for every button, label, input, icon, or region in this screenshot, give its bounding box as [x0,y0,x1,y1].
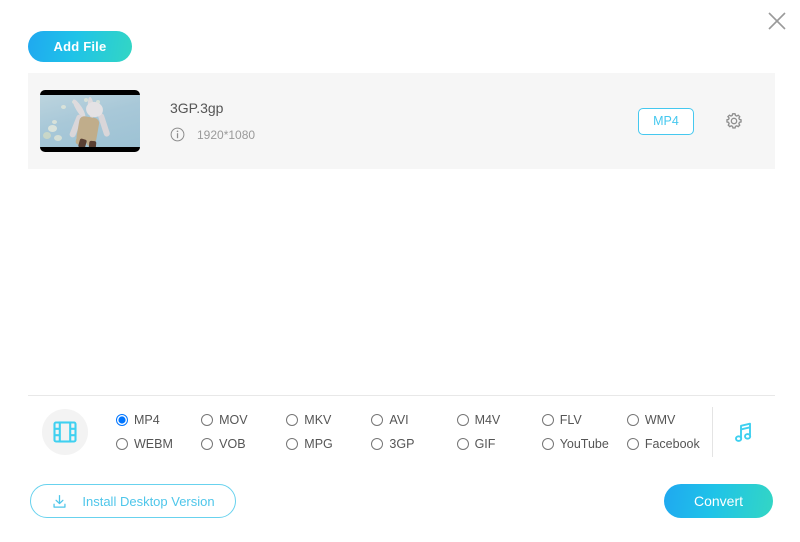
format-option-mp4[interactable]: MP4 [116,408,201,432]
thumbnail-decor [43,132,51,140]
format-option-webm[interactable]: WEBM [116,432,201,456]
format-radio-flv[interactable] [541,413,554,426]
thumbnail-decor [48,125,57,133]
format-label: Facebook [644,436,700,451]
audio-formats-tab[interactable] [713,419,775,445]
format-label: MKV [304,412,332,427]
format-radio-mpg[interactable] [286,437,299,450]
file-info-line: 1920*1080 [170,127,638,142]
format-option-mov[interactable]: MOV [201,408,286,432]
video-formats-tab[interactable] [42,408,88,455]
bunny-boot [77,138,88,147]
format-radio-facebook[interactable] [626,437,639,450]
close-window-button[interactable] [762,6,792,36]
format-radio-mkv[interactable] [286,413,299,426]
format-option-mkv[interactable]: MKV [286,408,371,432]
format-radio-m4v[interactable] [456,413,469,426]
format-label: AVI [389,412,409,427]
format-label: WMV [644,412,676,427]
file-settings-button[interactable] [719,106,749,136]
convert-button[interactable]: Convert [664,484,773,518]
music-note-icon [735,422,752,442]
thumbnail-decor [52,119,57,124]
format-label: M4V [474,412,501,427]
install-desktop-version-button[interactable]: Install Desktop Version [30,484,236,518]
format-option-facebook[interactable]: Facebook [626,432,712,456]
format-option-3gp[interactable]: 3GP [371,432,456,456]
file-list-row[interactable]: 3GP.3gp 1920*1080 MP4 [28,73,775,169]
format-label: MP4 [134,412,160,427]
bunny-arm [97,112,111,138]
format-option-m4v[interactable]: M4V [456,408,542,432]
format-label: MPG [304,436,333,451]
install-desktop-version-label: Install Desktop Version [82,493,215,509]
gear-icon [726,112,742,129]
format-radio-vob[interactable] [201,437,214,450]
add-file-button[interactable]: Add File [28,31,132,62]
format-radio-mov[interactable] [201,413,214,426]
add-file-area: Add File [28,31,132,62]
format-label: WEBM [134,436,173,451]
format-option-flv[interactable]: FLV [541,408,627,432]
file-resolution: 1920*1080 [197,127,256,142]
format-radio-youtube[interactable] [541,437,554,450]
thumbnail-image [40,95,140,147]
format-radio-gif[interactable] [456,437,469,450]
format-label: VOB [219,436,246,451]
format-radio-avi[interactable] [371,413,384,426]
format-label: MOV [219,412,248,427]
format-radio-3gp[interactable] [371,437,384,450]
info-circle-icon[interactable] [170,127,185,142]
format-option-vob[interactable]: VOB [201,432,286,456]
file-output-format-button[interactable]: MP4 [638,107,694,135]
format-label: FLV [559,412,582,427]
film-strip-icon [53,420,77,443]
format-option-youtube[interactable]: YouTube [541,432,627,456]
format-options-grid: MP4 MOV MKV AVI M4V FLV WMV WEBM VOB MPG… [116,408,712,456]
file-thumbnail [40,90,140,152]
format-label: 3GP [389,436,415,451]
format-radio-mp4[interactable] [116,413,128,426]
download-icon [53,494,66,508]
format-radio-wmv[interactable] [626,413,639,426]
format-option-gif[interactable]: GIF [456,432,542,456]
format-option-avi[interactable]: AVI [371,408,456,432]
thumbnail-decor [54,134,62,141]
output-format-panel: MP4 MOV MKV AVI M4V FLV WMV WEBM VOB MPG… [28,395,775,467]
format-option-mpg[interactable]: MPG [286,432,371,456]
bunny-boot [88,140,97,147]
format-option-wmv[interactable]: WMV [626,408,712,432]
thumbnail-decor [61,105,66,110]
format-label: GIF [474,436,496,451]
format-radio-webm[interactable] [116,437,128,450]
format-label: YouTube [559,436,609,451]
file-details: 3GP.3gp 1920*1080 [170,100,638,142]
file-name: 3GP.3gp [170,100,224,116]
close-icon [768,12,786,30]
